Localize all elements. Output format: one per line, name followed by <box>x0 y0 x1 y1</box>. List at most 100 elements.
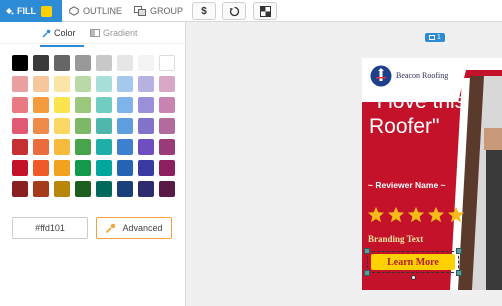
color-swatch[interactable] <box>33 139 49 155</box>
color-swatch[interactable] <box>96 160 112 176</box>
page-icon <box>429 35 436 40</box>
color-swatch[interactable] <box>159 160 175 176</box>
resize-handle-br[interactable] <box>456 270 462 276</box>
gradient-icon <box>90 29 100 37</box>
reviewer-name[interactable]: ~ Reviewer Name ~ <box>368 180 446 190</box>
color-swatch[interactable] <box>33 160 49 176</box>
color-swatch[interactable] <box>138 97 154 113</box>
dollar-icon: $ <box>201 5 207 17</box>
app-root: FILL OUTLINE GROUP $ Color Gradient #ffd… <box>0 0 502 306</box>
resize-handle-tr[interactable] <box>456 248 462 254</box>
color-swatch[interactable] <box>138 55 154 71</box>
color-swatch[interactable] <box>33 97 49 113</box>
color-swatch[interactable] <box>75 181 91 197</box>
color-swatch[interactable] <box>75 55 91 71</box>
tabs-divider <box>0 43 186 44</box>
color-swatch[interactable] <box>138 181 154 197</box>
color-swatch[interactable] <box>138 139 154 155</box>
color-swatch[interactable] <box>33 118 49 134</box>
color-swatch[interactable] <box>12 55 28 71</box>
color-swatch[interactable] <box>117 160 133 176</box>
dropper-icon <box>42 29 51 38</box>
tab-gradient[interactable]: Gradient <box>90 28 138 38</box>
logo-icon <box>370 65 392 87</box>
color-swatch[interactable] <box>159 55 175 71</box>
color-swatch[interactable] <box>75 76 91 92</box>
group-button[interactable]: GROUP <box>134 0 183 22</box>
color-swatch[interactable] <box>96 139 112 155</box>
star-icon <box>447 206 465 223</box>
design-canvas[interactable]: 1 Beacon Roofing "I love this Roofer" ~ … <box>187 22 502 306</box>
color-swatch[interactable] <box>33 181 49 197</box>
quote-text[interactable]: "I love this Roofer" <box>369 89 479 139</box>
color-swatch[interactable] <box>117 97 133 113</box>
fill-button[interactable]: FILL <box>0 0 62 22</box>
paint-bucket-icon <box>6 8 14 15</box>
color-swatch[interactable] <box>12 118 28 134</box>
tab-color-label: Color <box>54 28 76 38</box>
color-swatch[interactable] <box>33 76 49 92</box>
color-swatch[interactable] <box>117 118 133 134</box>
color-swatch[interactable] <box>75 118 91 134</box>
color-swatch[interactable] <box>54 76 70 92</box>
star-icon <box>367 206 385 223</box>
rotate-icon <box>229 6 239 16</box>
color-swatch[interactable] <box>75 97 91 113</box>
hex-value: #ffd101 <box>35 223 65 233</box>
color-swatch[interactable] <box>54 55 70 71</box>
color-swatch[interactable] <box>33 55 49 71</box>
color-swatch[interactable] <box>12 76 28 92</box>
color-swatch[interactable] <box>54 118 70 134</box>
page-badge[interactable]: 1 <box>425 33 445 42</box>
advanced-button[interactable]: Advanced <box>96 217 172 239</box>
transparency-button[interactable] <box>253 2 277 20</box>
color-swatch[interactable] <box>117 76 133 92</box>
fill-label: FILL <box>17 6 36 16</box>
color-swatch[interactable] <box>12 181 28 197</box>
color-swatch[interactable] <box>75 160 91 176</box>
color-swatch[interactable] <box>96 76 112 92</box>
resize-handle-bl[interactable] <box>364 270 370 276</box>
color-swatch[interactable] <box>138 76 154 92</box>
branding-text[interactable]: Branding Text <box>368 234 423 244</box>
color-swatch[interactable] <box>96 181 112 197</box>
page-number: 1 <box>437 34 441 41</box>
color-swatch[interactable] <box>117 55 133 71</box>
color-swatch[interactable] <box>96 97 112 113</box>
color-swatch[interactable] <box>12 160 28 176</box>
color-swatch[interactable] <box>159 181 175 197</box>
dollar-button[interactable]: $ <box>192 2 216 20</box>
color-swatch[interactable] <box>117 139 133 155</box>
color-swatch[interactable] <box>54 181 70 197</box>
color-panel: Color Gradient #ffd101 Advanced <box>0 22 186 306</box>
tab-gradient-label: Gradient <box>103 28 138 38</box>
color-swatch[interactable] <box>138 118 154 134</box>
group-icon <box>134 6 146 16</box>
rotate-button[interactable] <box>222 2 246 20</box>
color-swatch[interactable] <box>12 139 28 155</box>
resize-handle-tl[interactable] <box>364 248 370 254</box>
rotate-handle[interactable] <box>411 275 416 280</box>
color-swatch[interactable] <box>138 160 154 176</box>
tab-color[interactable]: Color <box>42 28 76 38</box>
color-swatch[interactable] <box>54 160 70 176</box>
outline-label: OUTLINE <box>83 6 123 16</box>
color-tabs: Color Gradient <box>0 28 186 47</box>
color-swatch[interactable] <box>54 139 70 155</box>
fill-color-swatch <box>41 5 52 17</box>
color-swatch[interactable] <box>159 97 175 113</box>
color-swatch[interactable] <box>159 76 175 92</box>
color-swatch[interactable] <box>12 97 28 113</box>
color-swatch[interactable] <box>96 55 112 71</box>
advanced-label: Advanced <box>122 223 163 233</box>
color-swatch[interactable] <box>159 139 175 155</box>
color-swatch[interactable] <box>54 97 70 113</box>
design-page[interactable]: Beacon Roofing "I love this Roofer" ~ Re… <box>362 58 502 290</box>
outline-button[interactable]: OUTLINE <box>69 0 122 22</box>
color-swatch[interactable] <box>75 139 91 155</box>
color-swatch[interactable] <box>159 118 175 134</box>
color-swatch[interactable] <box>96 118 112 134</box>
hex-color-input[interactable]: #ffd101 <box>12 217 88 239</box>
star-rating[interactable] <box>367 206 465 224</box>
color-swatch[interactable] <box>117 181 133 197</box>
